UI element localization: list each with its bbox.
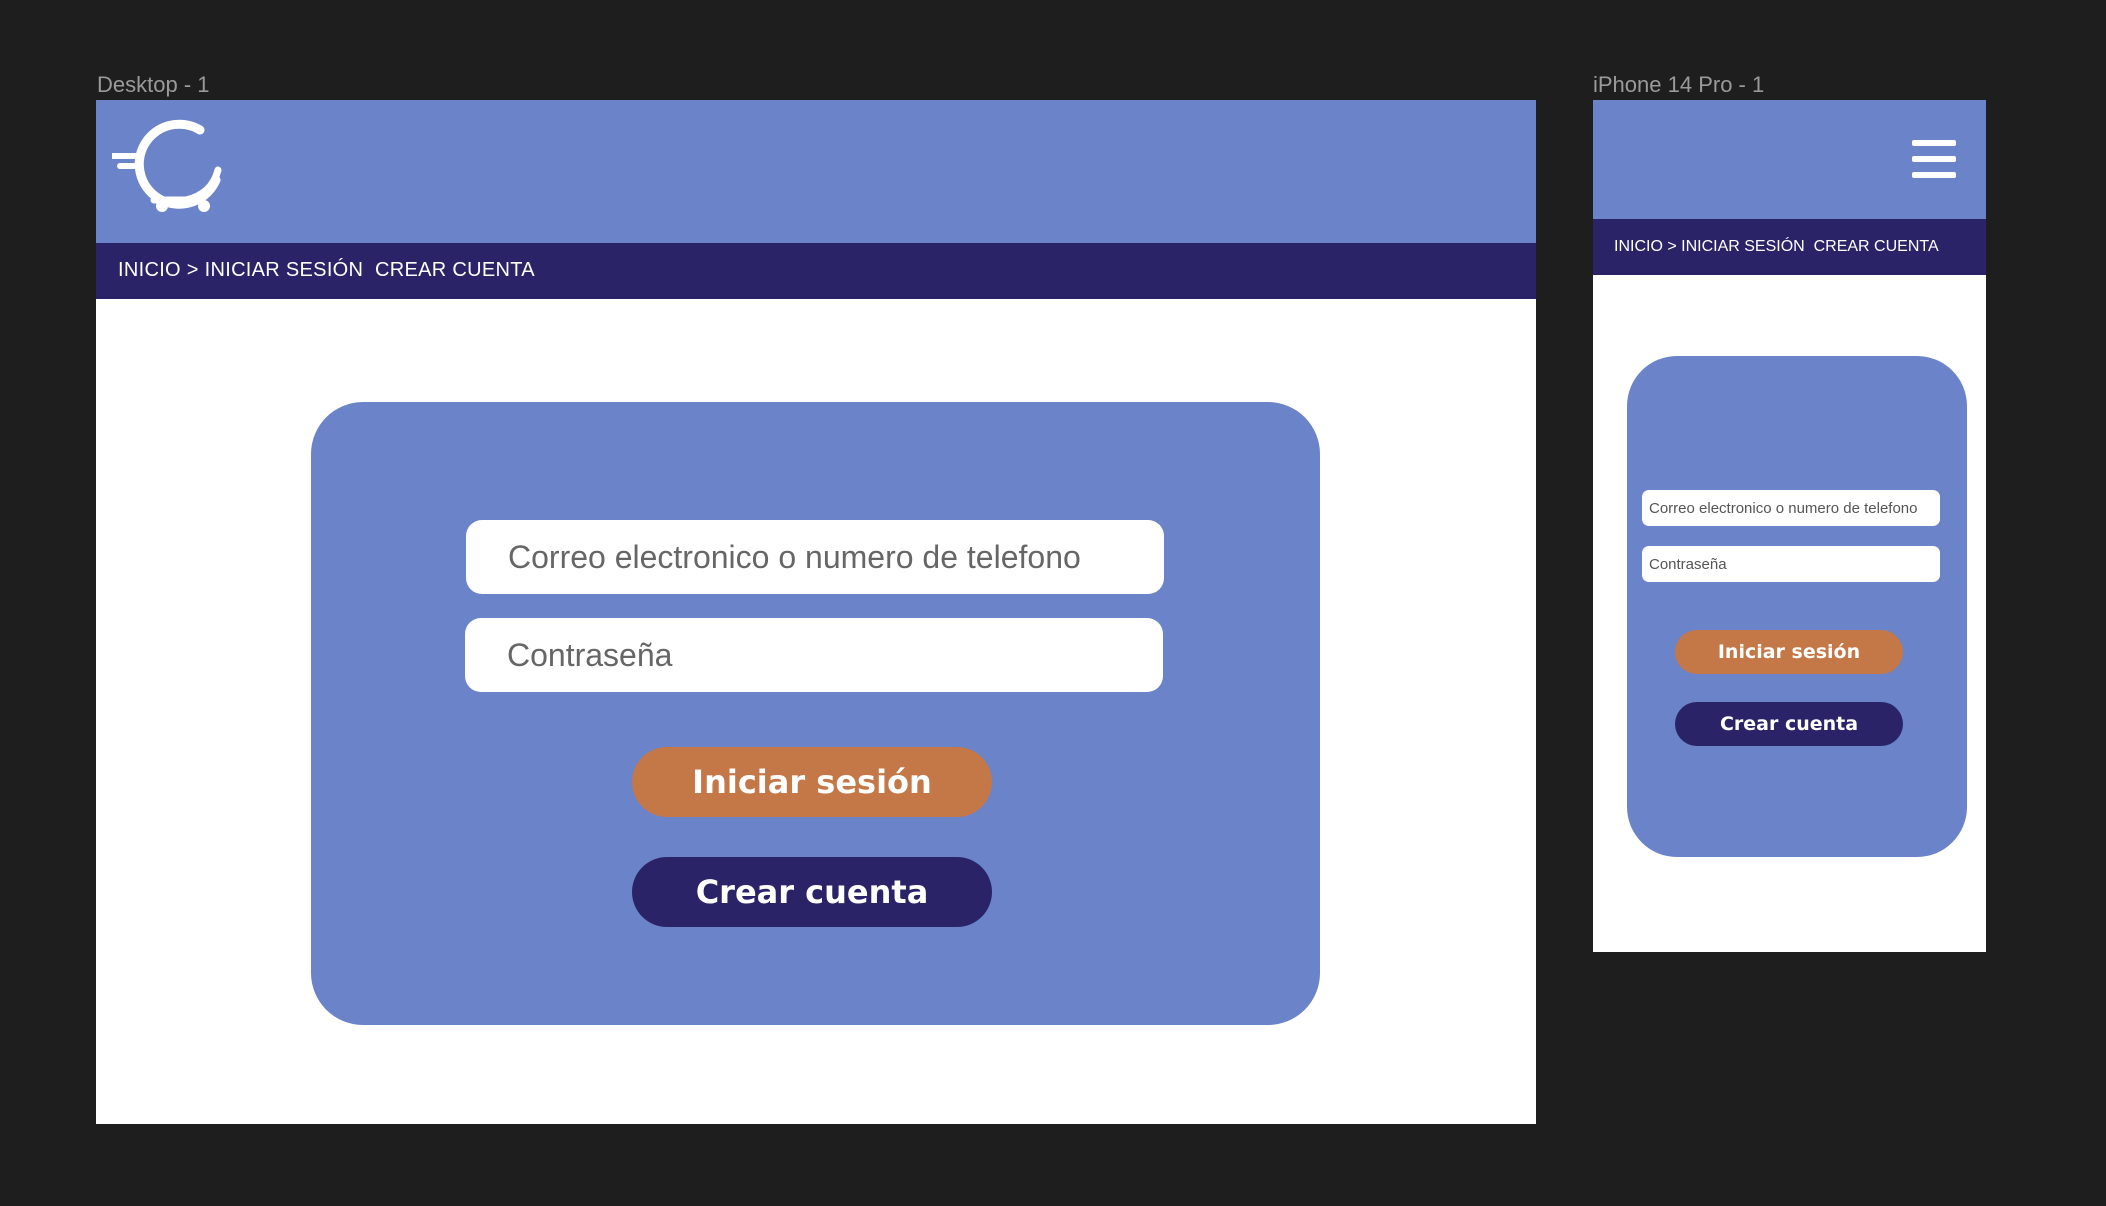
create-account-button[interactable]: Crear cuenta — [632, 857, 992, 927]
email-input[interactable] — [466, 520, 1164, 594]
email-input[interactable] — [1642, 490, 1940, 526]
email-field[interactable] — [1642, 490, 1940, 526]
password-input[interactable] — [1642, 546, 1940, 582]
create-account-button[interactable]: Crear cuenta — [1675, 702, 1903, 746]
password-field[interactable] — [465, 618, 1163, 692]
login-card: Iniciar sesión Crear cuenta — [311, 402, 1320, 1025]
login-button[interactable]: Iniciar sesión — [1675, 630, 1903, 674]
cart-logo-icon[interactable] — [112, 118, 236, 214]
breadcrumb-bar: INICIO > INICIAR SESIÓN CREAR CUENTA — [1593, 219, 1986, 275]
email-field[interactable] — [466, 520, 1164, 594]
breadcrumb[interactable]: INICIO > INICIAR SESIÓN CREAR CUENTA — [118, 259, 535, 282]
header-bar — [1593, 100, 1986, 219]
login-card: Iniciar sesión Crear cuenta — [1627, 356, 1967, 857]
breadcrumb-bar: INICIO > INICIAR SESIÓN CREAR CUENTA — [96, 243, 1536, 299]
password-field[interactable] — [1642, 546, 1940, 582]
header-bar — [96, 100, 1536, 243]
password-input[interactable] — [465, 618, 1163, 692]
login-button[interactable]: Iniciar sesión — [632, 747, 992, 817]
breadcrumb[interactable]: INICIO > INICIAR SESIÓN CREAR CUENTA — [1614, 238, 1939, 256]
phone-frame: INICIO > INICIAR SESIÓN CREAR CUENTA Ini… — [1593, 100, 1986, 952]
desktop-frame-label: Desktop - 1 — [97, 72, 210, 97]
phone-frame-label: iPhone 14 Pro - 1 — [1593, 72, 1765, 97]
desktop-frame: INICIO > INICIAR SESIÓN CREAR CUENTA Ini… — [96, 100, 1536, 1124]
hamburger-menu-icon[interactable] — [1912, 140, 1956, 178]
